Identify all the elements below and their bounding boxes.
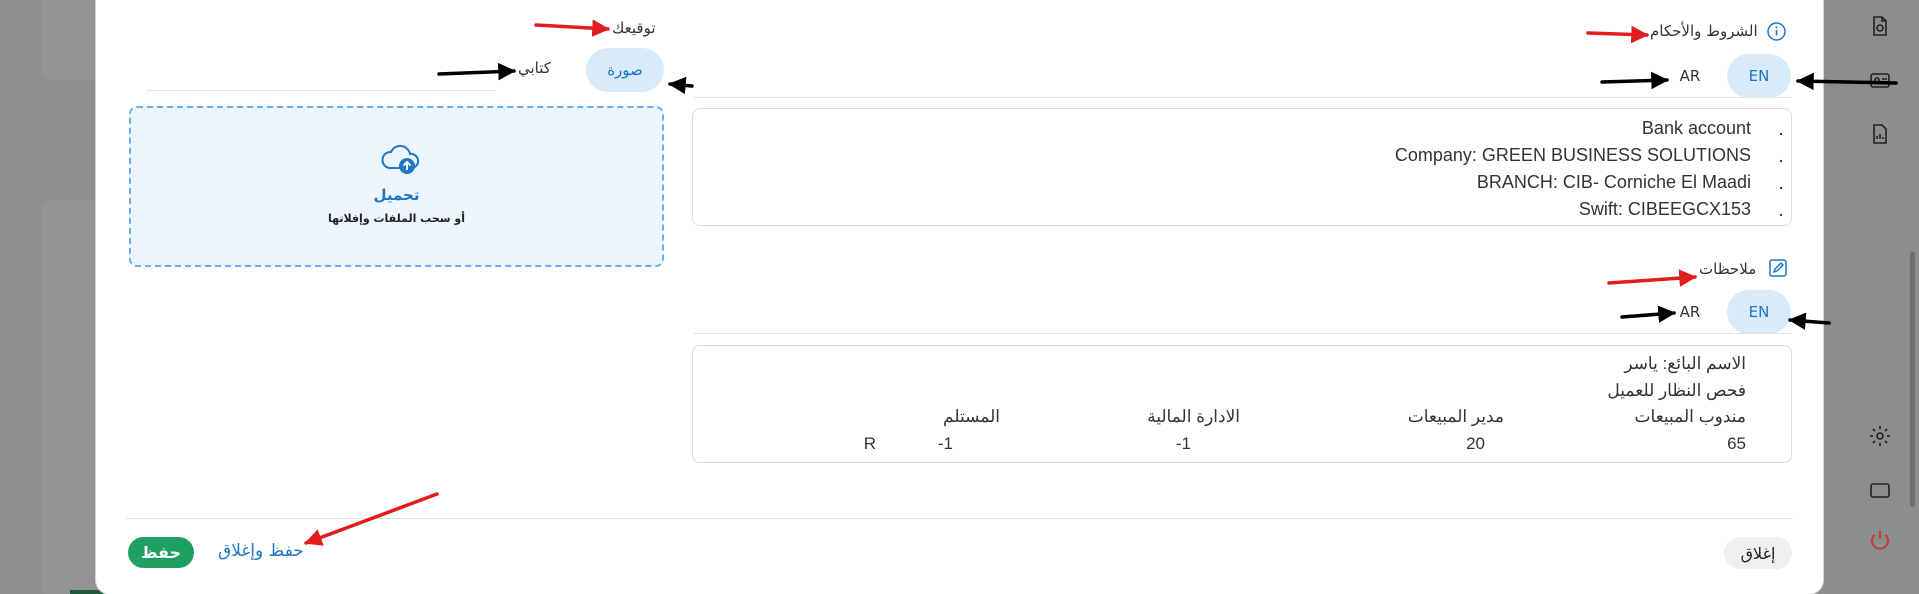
terms-divider (694, 97, 1792, 98)
notes-title: ملاحظات (1699, 260, 1757, 278)
terms-item: Company: GREEN BUSINESS SOLUTIONS (1395, 142, 1783, 171)
terms-editor[interactable]: Bank account Company: GREEN BUSINESS SOL… (692, 108, 1792, 226)
notes-value-finance: -1 (1175, 434, 1191, 453)
signature-title: توقيعك (612, 19, 656, 37)
terms-item: BRANCH: CIB- Corniche El Maadi (1395, 169, 1783, 198)
rail-scrollbar[interactable] (1910, 252, 1915, 507)
upload-dropzone[interactable]: تحميل أو سحب الملفات وإفلاتها (129, 106, 664, 267)
notes-header-sales-rep: مندوب المبيعات (1634, 407, 1746, 426)
power-icon[interactable] (1866, 526, 1894, 554)
notes-lang-en-button[interactable]: EN (1727, 290, 1791, 334)
upload-hint: أو سحب الملفات وإفلاتها (327, 212, 466, 225)
footer-divider (126, 518, 1793, 519)
notes-header-receiver: المستلم (943, 407, 1000, 426)
notes-line-seller: الاسم البائع: ياسر (1624, 354, 1746, 373)
edit-icon (1768, 258, 1788, 282)
signature-image-tab[interactable]: صورة (586, 48, 664, 92)
notes-value-sales-manager: 20 (1466, 434, 1485, 453)
notes-line-inspection: فحص النظار للعميل (1607, 381, 1746, 400)
close-button[interactable]: إغلاق (1724, 537, 1792, 569)
backdrop-card-top (42, 0, 102, 80)
terms-item: Bank account (1395, 115, 1783, 144)
gear-icon[interactable] (1866, 422, 1894, 450)
signature-written-tab[interactable]: كتابي (518, 59, 551, 77)
save-and-close-button[interactable]: حفظ وإغلاق (218, 541, 304, 561)
save-button[interactable]: حفظ (128, 537, 194, 568)
signature-divider (146, 90, 496, 91)
terms-title: الشروط والأحكام (1650, 22, 1758, 40)
report-chart-icon[interactable] (1866, 120, 1894, 148)
notes-lang-ar-button[interactable]: AR (1670, 290, 1710, 334)
terms-item: Swift: CIBEEGCX153 (1395, 196, 1783, 225)
terms-list: Bank account Company: GREEN BUSINESS SOL… (1395, 115, 1783, 225)
info-icon (1766, 21, 1787, 46)
document-icon[interactable] (1866, 12, 1894, 40)
window-icon[interactable] (1866, 476, 1894, 504)
id-card-icon[interactable] (1866, 66, 1894, 94)
notes-header-finance: الادارة المالية (1147, 407, 1240, 426)
notes-divider (694, 333, 1792, 334)
cloud-upload-icon (380, 142, 422, 182)
backdrop-card-left (42, 200, 102, 594)
notes-value-sales-rep: 65 (1727, 434, 1746, 453)
notes-value-receiver: -1 (937, 434, 953, 453)
notes-header-sales-manager: مدير المبيعات (1407, 407, 1504, 426)
upload-label: تحميل (373, 186, 420, 204)
notes-value-extra: R (863, 434, 876, 453)
terms-lang-ar-button[interactable]: AR (1670, 54, 1710, 98)
terms-lang-en-button[interactable]: EN (1727, 54, 1791, 98)
